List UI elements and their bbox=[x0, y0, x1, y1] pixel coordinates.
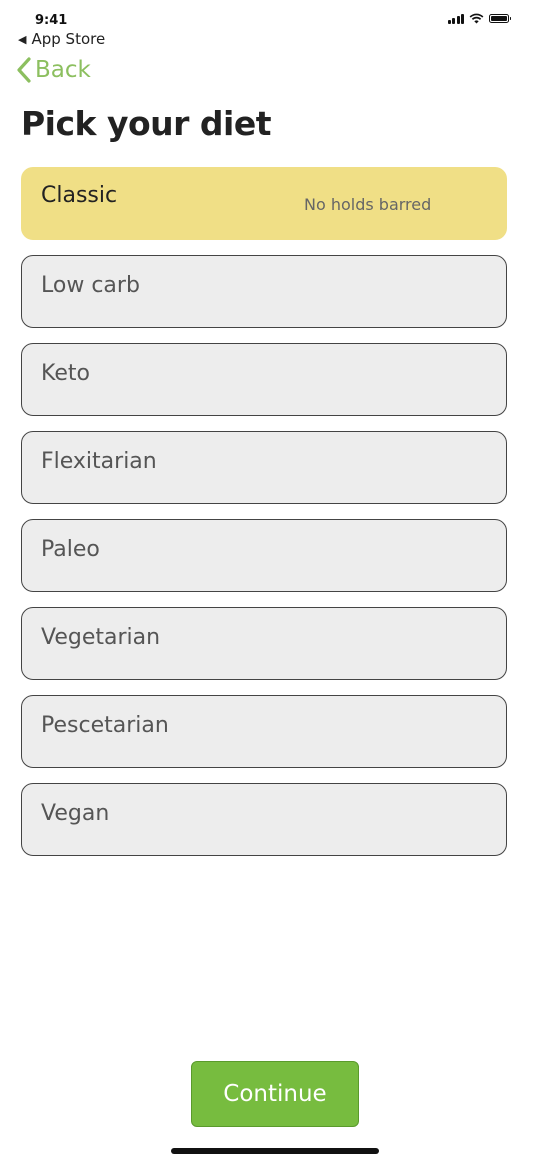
app-store-label: App Store bbox=[31, 30, 106, 48]
back-triangle-icon: ◀ bbox=[18, 32, 27, 46]
diet-option-label: Vegetarian bbox=[41, 625, 161, 650]
diet-option-low-carb[interactable]: Low carb bbox=[21, 255, 507, 328]
diet-option-keto[interactable]: Keto bbox=[21, 343, 507, 416]
diet-option-label: Flexitarian bbox=[41, 449, 157, 474]
diet-option-description: No holds barred bbox=[304, 195, 432, 214]
diet-option-label: Paleo bbox=[41, 537, 100, 562]
diet-option-vegetarian[interactable]: Vegetarian bbox=[21, 607, 507, 680]
diet-option-label: Low carb bbox=[41, 273, 140, 298]
diet-option-vegan[interactable]: Vegan bbox=[21, 783, 507, 856]
status-time: 9:41 bbox=[35, 13, 68, 28]
diet-option-label: Pescetarian bbox=[41, 713, 169, 738]
back-label: Back bbox=[35, 57, 91, 83]
diet-list: Classic No holds barred Low carb Keto Fl… bbox=[21, 167, 507, 871]
status-icons bbox=[447, 11, 511, 25]
battery-icon bbox=[489, 13, 511, 23]
diet-option-pescetarian[interactable]: Pescetarian bbox=[21, 695, 507, 768]
app-store-back-link[interactable]: ◀ App Store bbox=[18, 30, 105, 48]
wifi-icon bbox=[469, 13, 484, 23]
status-bar: 9:41 bbox=[0, 0, 549, 32]
cellular-signal-icon bbox=[447, 13, 464, 24]
page-title: Pick your diet bbox=[21, 104, 272, 143]
back-button[interactable]: Back bbox=[16, 56, 91, 84]
diet-option-paleo[interactable]: Paleo bbox=[21, 519, 507, 592]
diet-option-label: Keto bbox=[41, 361, 90, 386]
diet-option-classic[interactable]: Classic No holds barred bbox=[21, 167, 507, 240]
continue-button[interactable]: Continue bbox=[191, 1061, 359, 1127]
diet-option-label: Vegan bbox=[41, 801, 110, 826]
home-indicator bbox=[171, 1148, 379, 1154]
chevron-left-icon bbox=[17, 57, 31, 83]
diet-option-label: Classic bbox=[41, 183, 118, 208]
diet-option-flexitarian[interactable]: Flexitarian bbox=[21, 431, 507, 504]
